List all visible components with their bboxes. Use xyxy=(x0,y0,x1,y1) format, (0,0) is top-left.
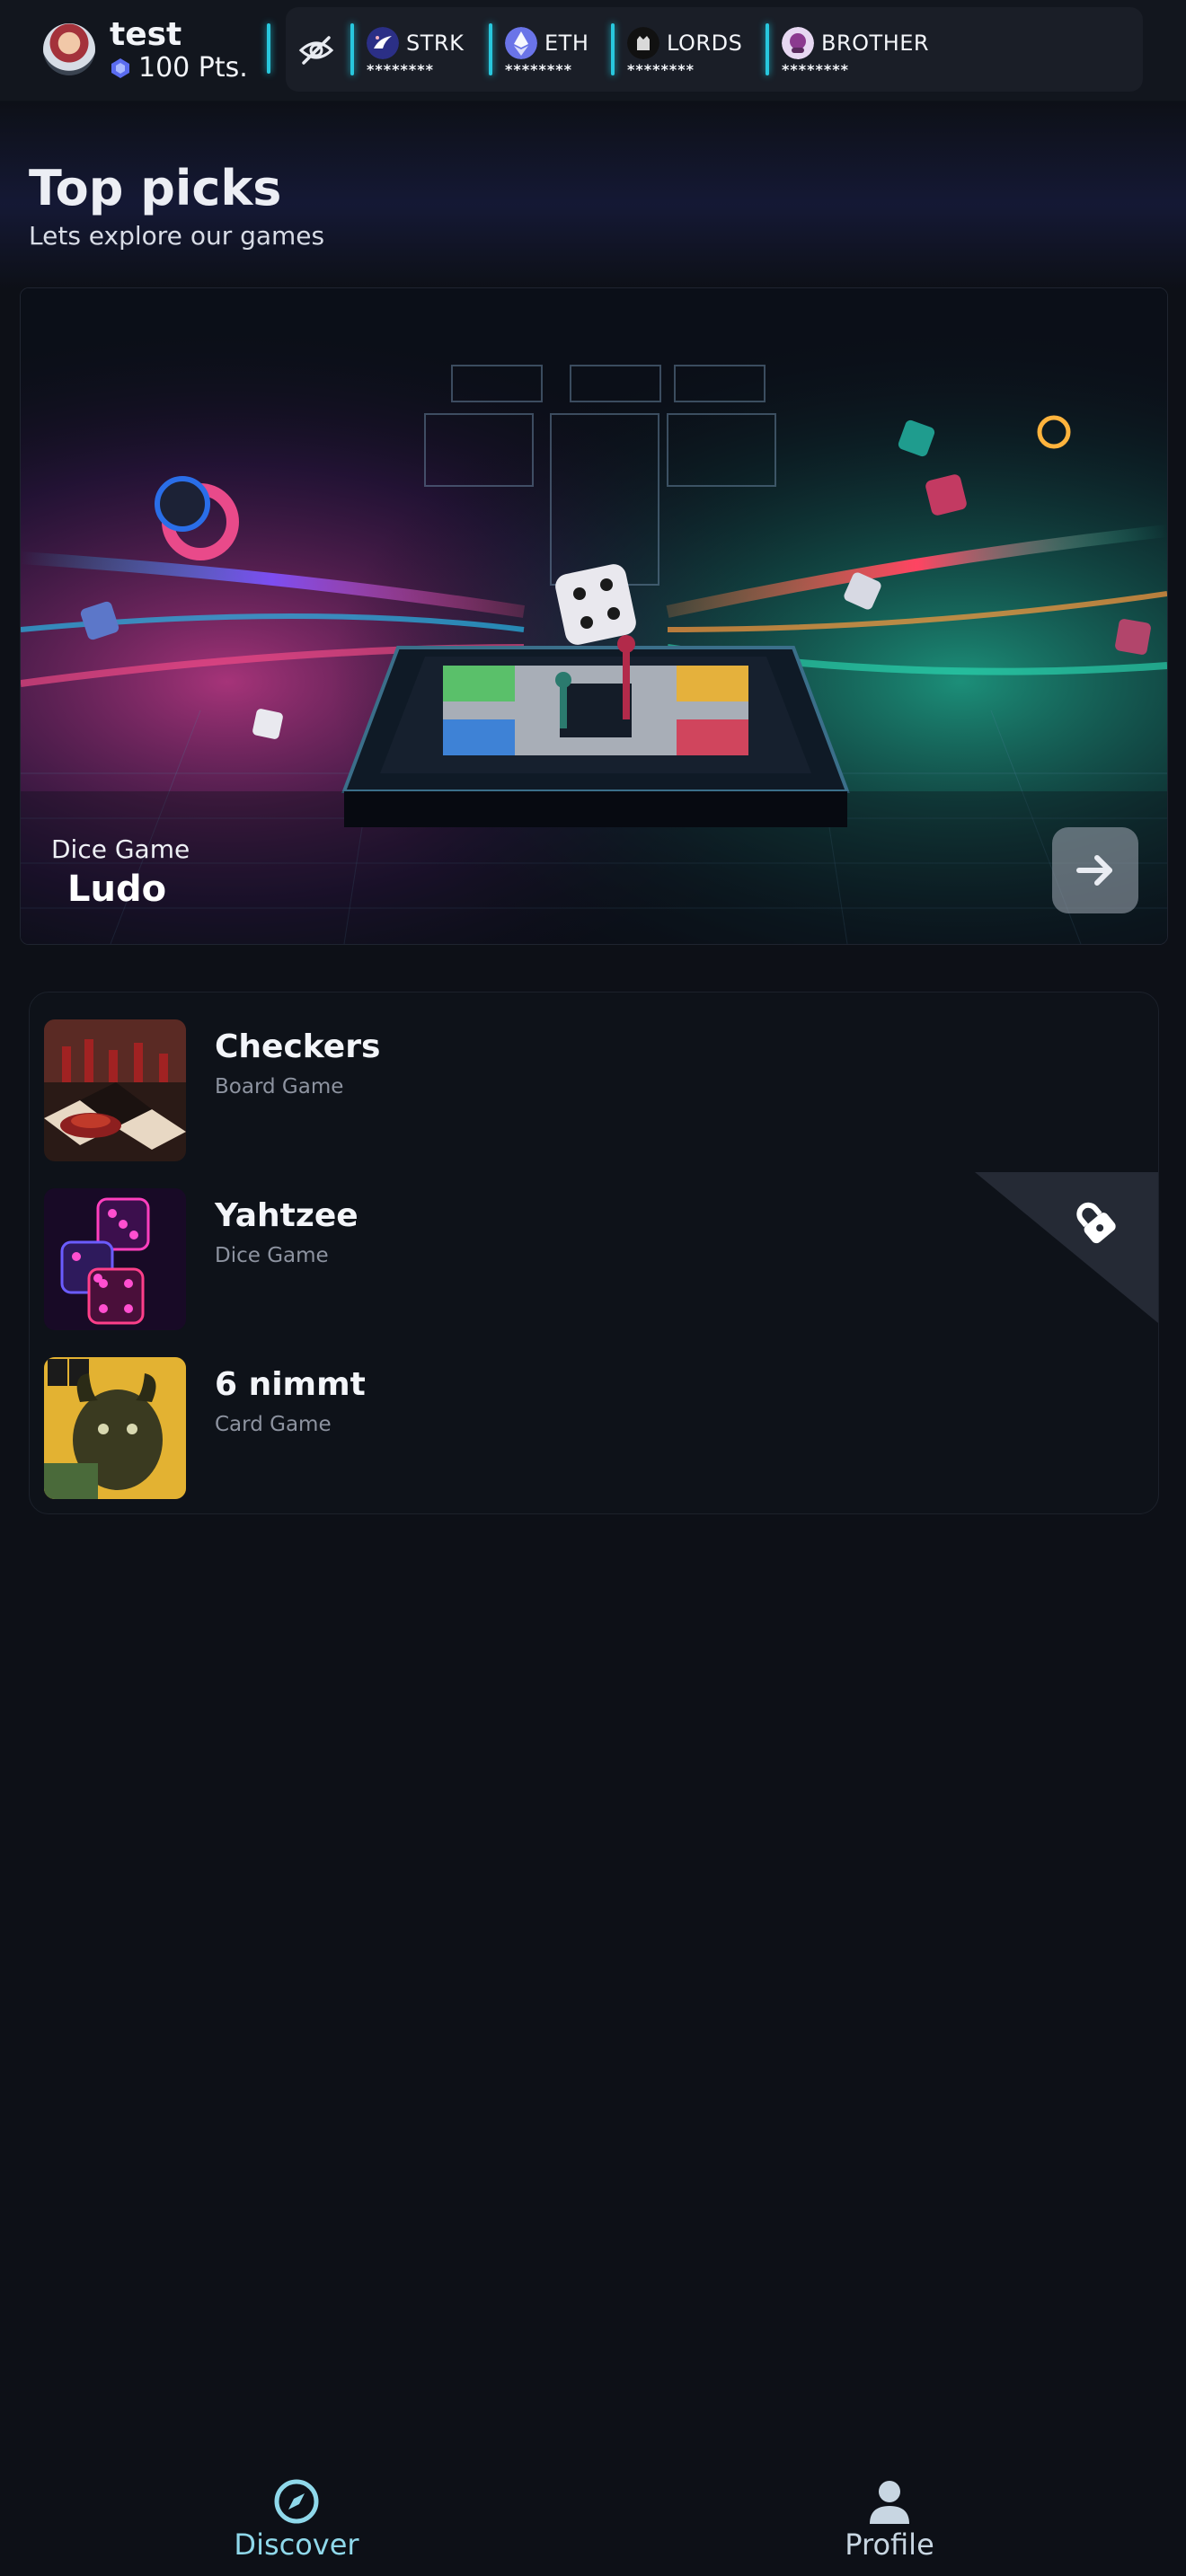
divider xyxy=(611,23,615,75)
token-value: ******** xyxy=(505,61,572,78)
compass-icon xyxy=(274,2479,319,2524)
token-balances: STRK ******** ETH ******** LORDS *******… xyxy=(286,7,1143,92)
game-category: Card Game xyxy=(215,1413,332,1436)
play-featured-button[interactable] xyxy=(1052,827,1138,913)
top-bar: test 100 Pts. STRK ******** ETH ********… xyxy=(0,0,1186,101)
gem-icon xyxy=(111,57,129,78)
divider xyxy=(489,23,492,75)
game-list: Checkers Board Game Yahtzee Dice Game 6 … xyxy=(29,992,1159,1514)
checkers-thumbnail xyxy=(44,1019,186,1161)
eye-off-icon[interactable] xyxy=(298,34,334,66)
nav-discover[interactable]: Discover xyxy=(162,2461,431,2569)
featured-game-card[interactable]: Dice Game Ludo xyxy=(20,287,1168,945)
game-name: Checkers xyxy=(215,1028,381,1065)
game-name: 6 nimmt xyxy=(215,1366,366,1403)
token-name: LORDS xyxy=(667,31,743,56)
bottom-navigation: Discover Profile xyxy=(0,2461,1186,2576)
game-item-6-nimmt[interactable]: 6 nimmt Card Game xyxy=(44,1357,1122,1501)
game-item-checkers[interactable]: Checkers Board Game xyxy=(44,1019,1122,1163)
game-category: Dice Game xyxy=(215,1244,329,1267)
token-name: ETH xyxy=(544,31,589,56)
user-block[interactable]: test 100 Pts. xyxy=(43,16,266,84)
featured-category: Dice Game xyxy=(51,834,190,864)
nav-label: Discover xyxy=(234,2527,359,2562)
lords-logo-icon xyxy=(627,27,659,59)
token-value: ******** xyxy=(627,61,695,78)
game-category: Board Game xyxy=(215,1075,344,1098)
token-name: BROTHER xyxy=(821,31,930,56)
nav-label: Profile xyxy=(845,2527,934,2562)
divider xyxy=(350,23,354,75)
points-display: 100 Pts. xyxy=(110,52,248,84)
section-subtitle: Lets explore our games xyxy=(29,221,325,251)
token-name: STRK xyxy=(406,31,465,56)
featured-title: Ludo xyxy=(67,869,167,910)
token-value: ******** xyxy=(367,61,434,78)
points-value: 100 Pts. xyxy=(138,52,248,84)
game-name: Yahtzee xyxy=(215,1197,358,1234)
divider xyxy=(267,23,270,74)
brother-logo-icon xyxy=(782,27,814,59)
6-nimmt-thumbnail xyxy=(44,1357,186,1499)
username: test xyxy=(110,16,182,53)
person-icon xyxy=(870,2481,909,2524)
user-avatar[interactable] xyxy=(43,23,95,75)
ludo-cover-art xyxy=(21,288,1167,944)
nav-profile[interactable]: Profile xyxy=(755,2461,1024,2569)
strk-logo-icon xyxy=(367,27,399,59)
yahtzee-thumbnail xyxy=(44,1188,186,1330)
eth-logo-icon xyxy=(505,27,537,59)
arrow-right-icon xyxy=(1076,855,1112,886)
token-value: ******** xyxy=(782,61,849,78)
locked-badge xyxy=(975,1172,1158,1323)
game-item-yahtzee[interactable]: Yahtzee Dice Game xyxy=(44,1188,1122,1332)
section-title: Top picks xyxy=(29,160,282,216)
divider xyxy=(766,23,769,75)
